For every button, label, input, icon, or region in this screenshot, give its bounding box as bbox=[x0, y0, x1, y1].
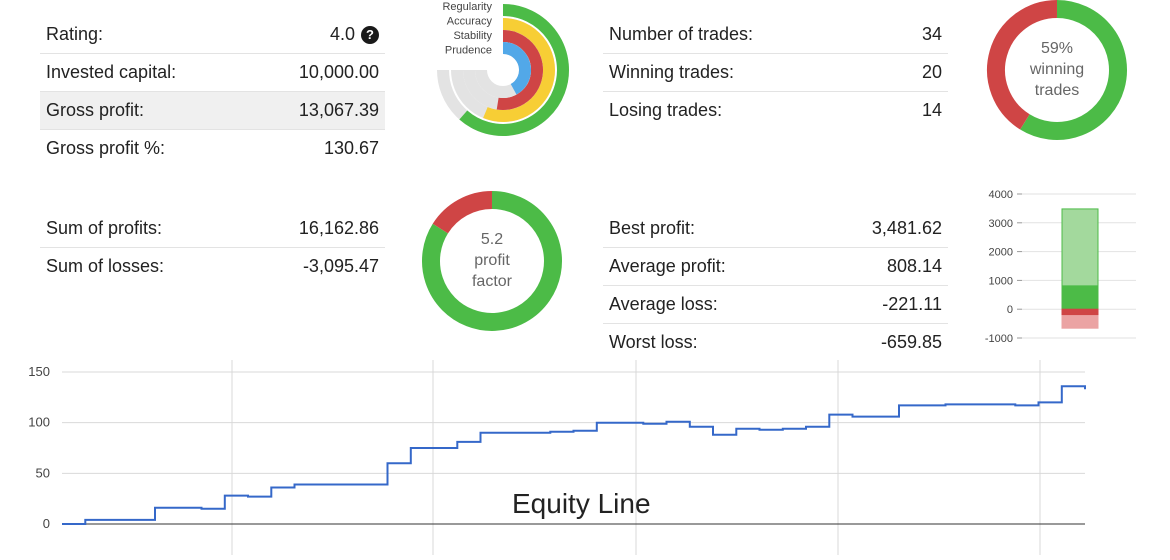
bar-tick-label: 2000 bbox=[989, 247, 1013, 259]
stat-row: Gross profit %: 130.67 bbox=[40, 129, 385, 167]
stat-label: Number of trades: bbox=[609, 24, 754, 44]
stat-value-text: 3,481.62 bbox=[871, 218, 942, 238]
stat-label: Gross profit: bbox=[46, 100, 145, 120]
stat-label: Winning trades: bbox=[609, 62, 735, 82]
stats-table-left-top: Rating: 4.0? Invested capital: 10,000.00 Gro… bbox=[40, 16, 385, 167]
stat-value-text: 130.67 bbox=[323, 138, 379, 158]
stat-label: Rating: bbox=[46, 24, 104, 44]
equity-tick-label: 0 bbox=[43, 516, 50, 531]
bar-segment-average-loss bbox=[1061, 308, 1099, 317]
bar-segment-best-profit bbox=[1061, 208, 1099, 287]
stat-label: Invested capital: bbox=[46, 62, 177, 82]
stat-label: Losing trades: bbox=[609, 100, 723, 120]
stat-row: Rating: 4.0? bbox=[40, 16, 385, 53]
stat-label: Best profit: bbox=[609, 218, 696, 238]
radial-label-prudence: Prudence bbox=[445, 45, 492, 57]
donut-center-text: 59% bbox=[1041, 40, 1073, 57]
stats-table-right-bottom: Best profit: 3,481.62 Average profit: 808.1… bbox=[603, 210, 948, 361]
profit-loss-bar-chart: 4000 3000 2000 1000 0 -1000 bbox=[985, 189, 1136, 345]
stat-row: Average profit: 808.14 bbox=[603, 247, 948, 285]
donut-center-text: trades bbox=[1035, 82, 1079, 99]
stat-value: 16,162.86 bbox=[299, 218, 379, 239]
bar-tick-label: -1000 bbox=[985, 333, 1013, 345]
stat-row: Winning trades: 20 bbox=[603, 53, 948, 91]
stat-value-text: 14 bbox=[921, 100, 942, 120]
stat-row: Invested capital: 10,000.00 bbox=[40, 53, 385, 91]
stat-value: -3,095.47 bbox=[303, 256, 379, 277]
stats-table-right-top: Number of trades: 34 Winning trades: 20 Losi… bbox=[603, 16, 948, 129]
stat-value-text: -3,095.47 bbox=[302, 256, 379, 276]
bar-tick-label: 4000 bbox=[989, 189, 1013, 201]
stat-label: Sum of profits: bbox=[46, 218, 163, 238]
stat-label: Average profit: bbox=[609, 256, 726, 276]
bar-tick-label: 0 bbox=[1007, 304, 1013, 316]
winning-trades-donut-chart: 59% winning trades bbox=[987, 0, 1127, 140]
stat-row: Gross profit: 13,067.39 bbox=[40, 91, 385, 129]
stat-value-text: 20 bbox=[921, 62, 942, 82]
stat-value-text: 10,000.00 bbox=[298, 62, 379, 82]
stat-value: 13,067.39 bbox=[299, 100, 379, 121]
equity-line-panel: 150 100 50 0 bbox=[0, 350, 1155, 555]
radial-label-stability: Stability bbox=[453, 30, 492, 42]
equity-chart-title: Equity Line bbox=[512, 488, 651, 519]
bar-tick-label: 3000 bbox=[989, 218, 1013, 230]
stat-value: 3,481.62 bbox=[872, 218, 942, 239]
stat-value-text: 4.0 bbox=[329, 24, 355, 44]
question-circle-icon[interactable]: ? bbox=[361, 26, 379, 44]
stat-row: Sum of losses: -3,095.47 bbox=[40, 247, 385, 285]
stat-value: 34 bbox=[922, 24, 942, 45]
stat-value-text: -221.11 bbox=[882, 294, 942, 314]
stat-row: Losing trades: 14 bbox=[603, 91, 948, 129]
stat-value: 20 bbox=[922, 62, 942, 83]
stat-value-text: 16,162.86 bbox=[298, 218, 379, 238]
stat-value-text: -659.85 bbox=[880, 332, 942, 352]
stat-value: 808.14 bbox=[887, 256, 942, 277]
donut-center-text: factor bbox=[472, 273, 513, 290]
stat-value: 130.67 bbox=[324, 138, 379, 159]
stat-row: Best profit: 3,481.62 bbox=[603, 210, 948, 247]
rating-radial-chart: Regularity Accuracy Stability Prudence bbox=[437, 1, 569, 136]
radial-label-regularity: Regularity bbox=[442, 1, 492, 13]
stat-value-text: 34 bbox=[921, 24, 942, 44]
equity-tick-label: 100 bbox=[28, 415, 50, 430]
stat-value: -221.11 bbox=[882, 294, 942, 315]
stat-value-text: 13,067.39 bbox=[298, 100, 379, 120]
equity-tick-label: 150 bbox=[28, 364, 50, 379]
profit-factor-donut-chart: 5.2 profit factor bbox=[422, 191, 562, 331]
stat-row: Sum of profits: 16,162.86 bbox=[40, 210, 385, 247]
bar-tick-label: 1000 bbox=[989, 275, 1013, 287]
stats-table-left-bottom: Sum of profits: 16,162.86 Sum of losses: -3… bbox=[40, 210, 385, 285]
donut-center-text: 5.2 bbox=[481, 231, 503, 248]
bar-segment-worst-loss bbox=[1061, 315, 1099, 329]
stat-value: 10,000.00 bbox=[299, 62, 379, 83]
bar-segment-average-profit bbox=[1061, 285, 1099, 310]
stat-value: 14 bbox=[922, 100, 942, 121]
equity-line-chart: 150 100 50 0 bbox=[28, 360, 1086, 555]
stat-value: 4.0? bbox=[330, 24, 379, 45]
radial-label-accuracy: Accuracy bbox=[447, 16, 493, 28]
donut-center-text: profit bbox=[474, 252, 510, 269]
donut-slice-losses bbox=[432, 191, 493, 234]
stat-row: Number of trades: 34 bbox=[603, 16, 948, 53]
equity-tick-label: 50 bbox=[36, 465, 50, 480]
radial-bar-prudence bbox=[502, 42, 531, 95]
stat-label: Gross profit %: bbox=[46, 138, 166, 158]
stat-label: Average loss: bbox=[609, 294, 718, 314]
stat-value-text: 808.14 bbox=[886, 256, 942, 276]
stat-row: Average loss: -221.11 bbox=[603, 285, 948, 323]
stat-label: Sum of losses: bbox=[46, 256, 165, 276]
donut-center-text: winning bbox=[1029, 61, 1084, 78]
